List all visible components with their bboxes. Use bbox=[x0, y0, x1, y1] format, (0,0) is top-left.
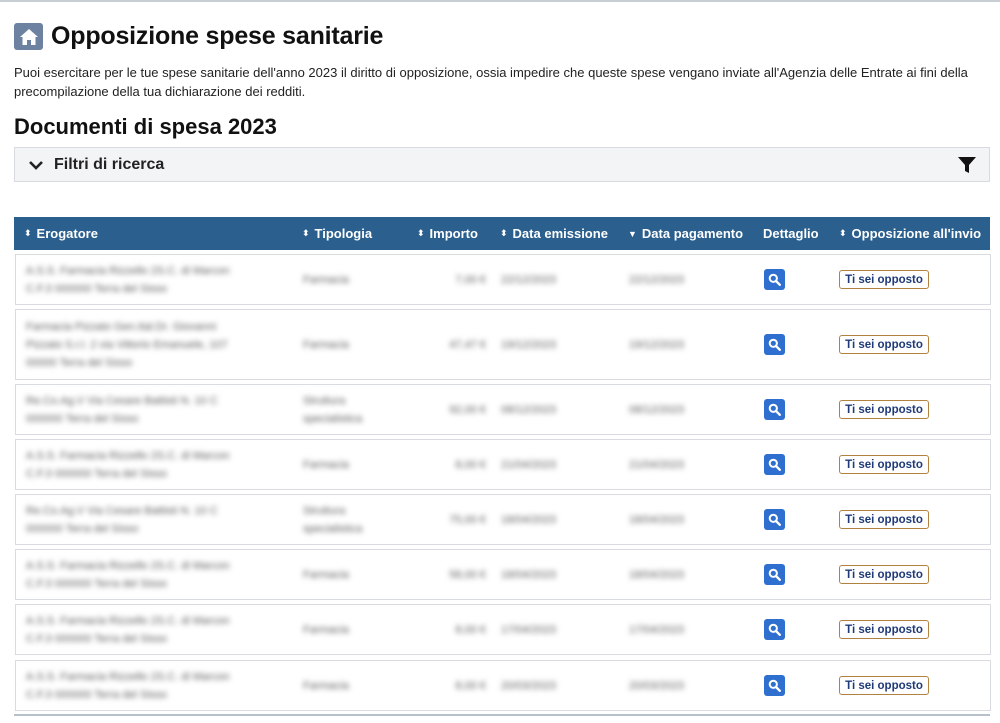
redacted-payment-date: 21/04/2023 bbox=[629, 459, 685, 471]
column-header-3[interactable]: ⬍ Data emissione bbox=[500, 217, 608, 250]
column-header-label: Importo bbox=[429, 226, 478, 241]
table-row: Farmacia Pizzato Gen.Ital.Dr. Giovanni Pi… bbox=[15, 309, 991, 380]
column-header-5: Dettaglio bbox=[763, 217, 819, 250]
search-icon bbox=[768, 568, 781, 581]
table-row: A.S.S. Farmacia Rizzello 2S.C. di Marcon… bbox=[15, 604, 991, 655]
redacted-issue-date: 18/04/2023 bbox=[501, 514, 557, 526]
redacted-amount: 47,47 € bbox=[449, 339, 486, 351]
home-icon[interactable] bbox=[14, 23, 43, 50]
search-icon bbox=[768, 623, 781, 636]
column-header-6[interactable]: ⬍ Opposizione all'invio bbox=[839, 217, 981, 250]
opposition-status-badge[interactable]: Ti sei opposto bbox=[839, 270, 929, 289]
detail-button[interactable] bbox=[764, 399, 785, 420]
redacted-payment-date: 08/12/2023 bbox=[629, 404, 685, 416]
detail-button[interactable] bbox=[764, 509, 785, 530]
column-header-0[interactable]: ⬍ Erogatore bbox=[24, 217, 98, 250]
page-title: Opposizione spese sanitarie bbox=[51, 22, 384, 50]
redacted-issue-date: 21/04/2023 bbox=[501, 459, 557, 471]
chevron-down-icon bbox=[28, 156, 46, 174]
search-filters-toggle[interactable]: Filtri di ricerca bbox=[14, 147, 990, 182]
column-header-label: Dettaglio bbox=[763, 226, 819, 241]
sort-icon: ⬍ bbox=[302, 228, 310, 238]
table-row: Re.Co.Ag.V Via Cesare Battisti N. 10 C 00… bbox=[15, 494, 991, 545]
redacted-provider: Farmacia Pizzato Gen.Ital.Dr. Giovanni Pi… bbox=[26, 321, 228, 369]
redacted-provider: Re.Co.Ag.V Via Cesare Battisti N. 10 C 00… bbox=[26, 395, 218, 425]
redacted-amount: 8,00 € bbox=[455, 459, 486, 471]
table-row: A.S.S. Farmacia Rizzello 2S.C. di Marcon… bbox=[15, 660, 991, 711]
search-icon bbox=[768, 403, 781, 416]
redacted-issue-date: 19/12/2023 bbox=[501, 339, 557, 351]
column-header-label: Opposizione all'invio bbox=[851, 226, 982, 241]
column-header-label: Data pagamento bbox=[641, 226, 744, 241]
opposition-status-badge[interactable]: Ti sei opposto bbox=[839, 510, 929, 529]
search-icon bbox=[768, 273, 781, 286]
redacted-provider: A.S.S. Farmacia Rizzello 2S.C. di Marcon… bbox=[26, 265, 230, 295]
column-header-1[interactable]: ⬍ Tipologia bbox=[302, 217, 372, 250]
redacted-payment-date: 20/03/2023 bbox=[629, 680, 685, 692]
search-icon bbox=[768, 679, 781, 692]
redacted-amount: 58,00 € bbox=[449, 569, 486, 581]
detail-button[interactable] bbox=[764, 675, 785, 696]
redacted-provider: A.S.S. Farmacia Rizzello 2S.C. di Marcon… bbox=[26, 671, 230, 701]
table-row: Re.Co.Ag.V Via Cesare Battisti N. 10 C 00… bbox=[15, 384, 991, 435]
redacted-payment-date: 19/12/2023 bbox=[629, 339, 685, 351]
opposition-status-badge[interactable]: Ti sei opposto bbox=[839, 335, 929, 354]
search-icon bbox=[768, 338, 781, 351]
section-title: Documenti di spesa 2023 bbox=[14, 114, 277, 139]
redacted-amount: 75,00 € bbox=[449, 514, 486, 526]
redacted-amount: 7,00 € bbox=[455, 274, 486, 286]
title-row: Opposizione spese sanitarie bbox=[14, 22, 383, 51]
table-row: A.S.S. Farmacia Rizzello 2S.C. di Marcon… bbox=[15, 549, 991, 600]
search-icon bbox=[768, 458, 781, 471]
column-header-4[interactable]: ▼ Data pagamento bbox=[628, 217, 743, 250]
opposition-status-badge[interactable]: Ti sei opposto bbox=[839, 620, 929, 639]
sort-icon: ⬍ bbox=[500, 228, 508, 238]
detail-button[interactable] bbox=[764, 269, 785, 290]
redacted-payment-date: 17/04/2023 bbox=[629, 624, 685, 636]
sort-desc-icon: ▼ bbox=[628, 228, 637, 239]
column-header-label: Erogatore bbox=[36, 226, 98, 241]
sort-icon: ⬍ bbox=[417, 228, 425, 238]
redacted-provider: A.S.S. Farmacia Rizzello 2S.C. di Marcon… bbox=[26, 615, 230, 645]
intro-text: Puoi esercitare per le tue spese sanitar… bbox=[14, 65, 968, 99]
column-header-2[interactable]: ⬍ Importo bbox=[417, 217, 478, 250]
redacted-payment-date: 22/12/2023 bbox=[629, 274, 685, 286]
redacted-amount: 8,00 € bbox=[455, 624, 486, 636]
redacted-payment-date: 18/04/2023 bbox=[629, 514, 685, 526]
opposition-status-badge[interactable]: Ti sei opposto bbox=[839, 676, 929, 695]
opposition-status-badge[interactable]: Ti sei opposto bbox=[839, 455, 929, 474]
table-row: A.S.S. Farmacia Rizzello 2S.C. di Marcon… bbox=[15, 254, 991, 305]
column-header-label: Data emissione bbox=[512, 226, 608, 241]
redacted-issue-date: 22/12/2023 bbox=[501, 274, 557, 286]
redacted-issue-date: 18/04/2023 bbox=[501, 569, 557, 581]
column-header-label: Tipologia bbox=[314, 226, 373, 241]
detail-button[interactable] bbox=[764, 619, 785, 640]
redacted-provider: A.S.S. Farmacia Rizzello 2S.C. di Marcon… bbox=[26, 450, 230, 480]
detail-button[interactable] bbox=[764, 334, 785, 355]
search-icon bbox=[768, 513, 781, 526]
redacted-amount: 92,00 € bbox=[449, 404, 486, 416]
redacted-issue-date: 17/04/2023 bbox=[501, 624, 557, 636]
opposition-status-badge[interactable]: Ti sei opposto bbox=[839, 400, 929, 419]
filter-icon[interactable] bbox=[957, 155, 977, 175]
redacted-issue-date: 20/03/2023 bbox=[501, 680, 557, 692]
redacted-issue-date: 08/12/2023 bbox=[501, 404, 557, 416]
table-header: ⬍ Erogatore ⬍ Tipologia ⬍ Importo ⬍ Data emissi… bbox=[14, 217, 990, 250]
top-divider bbox=[0, 0, 1000, 2]
redacted-provider: A.S.S. Farmacia Rizzello 2S.C. di Marcon… bbox=[26, 560, 230, 590]
sort-icon: ⬍ bbox=[24, 228, 32, 238]
bottom-divider bbox=[14, 714, 990, 716]
redacted-payment-date: 18/04/2023 bbox=[629, 569, 685, 581]
sort-icon: ⬍ bbox=[839, 228, 847, 238]
table-row: A.S.S. Farmacia Rizzello 2S.C. di Marcon… bbox=[15, 439, 991, 490]
opposition-status-badge[interactable]: Ti sei opposto bbox=[839, 565, 929, 584]
filters-label: Filtri di ricerca bbox=[54, 155, 165, 173]
redacted-amount: 8,00 € bbox=[455, 680, 486, 692]
detail-button[interactable] bbox=[764, 454, 785, 475]
redacted-provider: Re.Co.Ag.V Via Cesare Battisti N. 10 C 00… bbox=[26, 505, 218, 535]
detail-button[interactable] bbox=[764, 564, 785, 585]
